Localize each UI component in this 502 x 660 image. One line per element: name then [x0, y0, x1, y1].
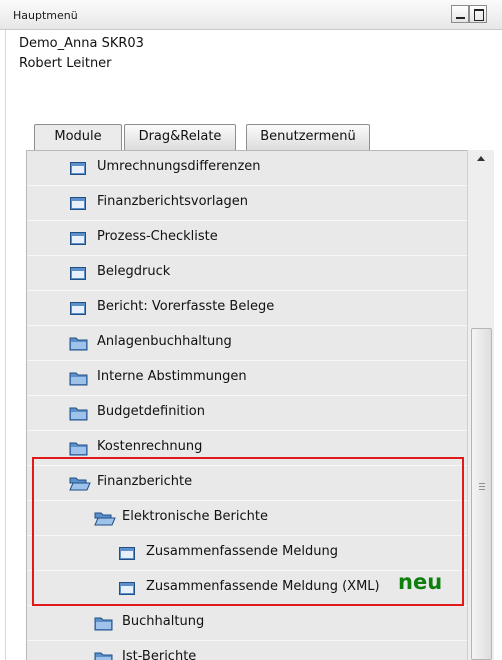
folder-icon [94, 615, 114, 631]
tree-item-label: Kostenrechnung [97, 439, 203, 454]
folder-icon [69, 370, 89, 386]
tab-drag-relate[interactable]: Drag&Relate [124, 124, 236, 150]
folder-icon [69, 335, 89, 351]
tree-item-label: Finanzberichtsvorlagen [97, 194, 248, 209]
company-name: Demo_Anna SKR03 [19, 36, 144, 51]
new-annotation: neu [398, 570, 443, 594]
tab-module[interactable]: Module [34, 124, 122, 151]
tree-item-label: Belegdruck [97, 264, 171, 279]
tree-item-label: Interne Abstimmungen [97, 369, 247, 384]
tree-item-label: Bericht: Vorerfasste Belege [97, 299, 275, 314]
tree-item-buchhaltung[interactable]: Buchhaltung [27, 606, 468, 641]
tree-item-label: Ist-Berichte [122, 649, 197, 660]
minimize-button[interactable] [451, 5, 469, 23]
tree-item-anlagenbuchhaltung[interactable]: Anlagenbuchhaltung [27, 326, 468, 361]
tree-item-interne-abstimmungen[interactable]: Interne Abstimmungen [27, 361, 468, 396]
window-icon [70, 232, 86, 245]
main-menu-window: Hauptmenü Demo_Anna SKR03 Robert Leitner… [0, 0, 502, 660]
window-icon [70, 267, 86, 280]
grip-line [479, 489, 485, 490]
tree-item-bericht-vorerfasste-belege[interactable]: Bericht: Vorerfasste Belege [27, 291, 468, 326]
window-icon [70, 302, 86, 315]
tree-item-budgetdefinition[interactable]: Budgetdefinition [27, 396, 468, 431]
maximize-button[interactable] [469, 5, 487, 23]
grip-line [479, 486, 485, 487]
tree-item-ist-berichte[interactable]: Ist-Berichte [27, 641, 468, 660]
tree-item-label: Prozess-Checkliste [97, 229, 218, 244]
folder-icon [94, 650, 114, 660]
title-bar: Hauptmenü [0, 0, 502, 30]
scroll-up-arrow-icon[interactable] [468, 150, 495, 168]
window-icon [70, 162, 86, 175]
tree-item-umrechnungsdifferenzen[interactable]: Umrechnungsdifferenzen [27, 151, 468, 186]
tree-item-label: Anlagenbuchhaltung [97, 334, 232, 349]
vertical-scrollbar[interactable] [467, 150, 494, 660]
window-border [0, 30, 6, 660]
tree-item-label: Budgetdefinition [97, 404, 205, 419]
tree-item-finanzberichtsvorlagen[interactable]: Finanzberichtsvorlagen [27, 186, 468, 221]
tree-item-label: Umrechnungsdifferenzen [97, 159, 261, 174]
folder-icon [69, 405, 89, 421]
grip-line [479, 483, 485, 484]
folder-icon [69, 440, 89, 456]
user-name: Robert Leitner [19, 56, 112, 71]
tree-item-label: Buchhaltung [122, 614, 205, 629]
tab-benutzermenue[interactable]: Benutzermenü [246, 124, 370, 150]
window-icon [70, 197, 86, 210]
window-title: Hauptmenü [13, 9, 78, 22]
tree-item-belegdruck[interactable]: Belegdruck [27, 256, 468, 291]
scroll-thumb[interactable] [471, 328, 492, 660]
tree-item-prozess-checkliste[interactable]: Prozess-Checkliste [27, 221, 468, 256]
